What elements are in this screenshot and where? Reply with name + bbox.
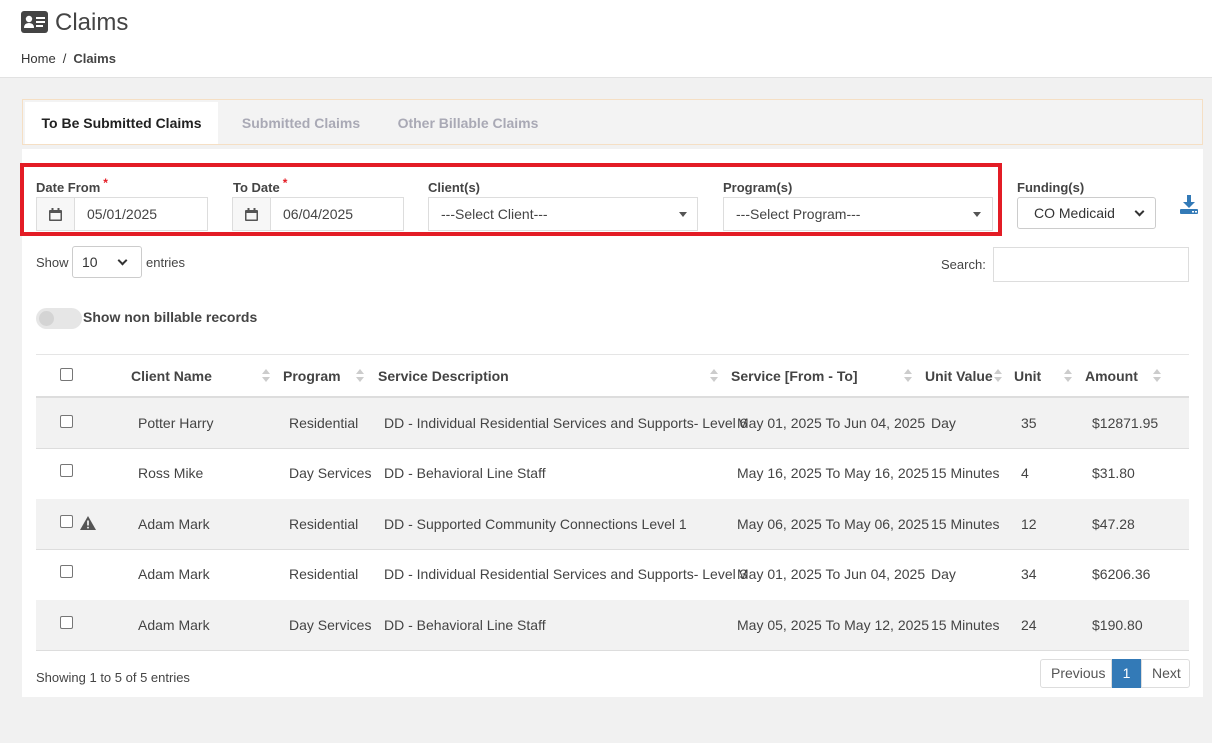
id-card-icon [21,11,48,33]
cell-service-description: DD - Supported Community Connections Lev… [384,516,687,532]
cell-unit: 34 [1021,566,1037,582]
tab-other-billable-claims[interactable]: Other Billable Claims [393,102,543,144]
cell-program: Residential [289,415,359,431]
column-header-client-name[interactable]: Client Name [131,368,212,384]
cell-unit: 35 [1021,415,1037,431]
cell-amount: $31.80 [1092,465,1135,481]
cell-service-description: DD - Behavioral Line Staff [384,465,546,481]
pagination: Previous 1 Next [1040,659,1190,688]
tab-submitted-claims[interactable]: Submitted Claims [238,102,364,144]
cell-client-name: Adam Mark [138,617,210,633]
cell-service-dates: May 16, 2025 To May 16, 2025 [737,465,929,481]
previous-page-button[interactable]: Previous [1040,659,1112,688]
cell-client-name: Ross Mike [138,465,204,481]
download-icon[interactable] [1180,195,1198,215]
cell-program: Residential [289,566,359,582]
cell-amount: $47.28 [1092,516,1135,532]
cell-program: Day Services [289,617,372,633]
cell-service-description: DD - Individual Residential Services and… [384,566,748,582]
column-header-program[interactable]: Program [283,368,341,384]
column-header-amount[interactable]: Amount [1085,368,1138,384]
breadcrumb-current: Claims [73,51,116,66]
cell-unit-value: 15 Minutes [931,617,1000,633]
cell-client-name: Adam Mark [138,566,210,582]
row-checkbox[interactable] [60,616,73,629]
table-row: Adam Mark Residential DD - Individual Re… [36,550,1189,601]
table-row: Adam Mark Residential DD - Supported Com… [36,499,1189,550]
funding-select[interactable]: CO Medicaid [1017,197,1156,229]
breadcrumb-home-link[interactable]: Home [21,51,56,66]
funding-select-value: CO Medicaid [1034,205,1115,221]
next-page-button[interactable]: Next [1141,659,1190,688]
cell-amount: $6206.36 [1092,566,1151,582]
non-billable-toggle-label: Show non billable records [83,309,258,325]
cell-unit: 12 [1021,516,1037,532]
page-length-select[interactable]: 10 [72,246,142,278]
sort-icon[interactable] [994,369,1002,385]
highlight-box [20,163,1002,236]
cell-service-dates: May 05, 2025 To May 12, 2025 [737,617,929,633]
cell-service-dates: May 01, 2025 To Jun 04, 2025 [737,566,926,582]
search-input[interactable] [993,247,1189,282]
toggle-knob [39,311,54,326]
cell-client-name: Potter Harry [138,415,214,431]
table-row: Adam Mark Day Services DD - Behavioral L… [36,600,1189,651]
cell-program: Residential [289,516,359,532]
row-checkbox[interactable] [60,464,73,477]
page-title: Claims [55,9,129,36]
cell-unit: 4 [1021,465,1029,481]
select-all-checkbox[interactable] [60,368,73,381]
cell-amount: $190.80 [1092,617,1143,633]
search-label: Search: [941,257,986,272]
chevron-down-icon [1134,206,1145,217]
breadcrumb-separator: / [62,51,67,66]
non-billable-toggle[interactable] [36,308,82,329]
sort-icon[interactable] [710,369,718,385]
sort-icon[interactable] [904,369,912,385]
breadcrumb: Home / Claims [21,51,116,66]
page-length-value: 10 [82,254,98,270]
column-header-service-description[interactable]: Service Description [378,368,509,384]
tab-to-be-submitted-claims[interactable]: To Be Submitted Claims [25,102,218,144]
cell-service-description: DD - Individual Residential Services and… [384,415,748,431]
page-header: Claims Home / Claims [0,0,1212,78]
row-checkbox[interactable] [60,415,73,428]
sort-icon[interactable] [356,369,364,385]
cell-program: Day Services [289,465,372,481]
cell-amount: $12871.95 [1092,415,1159,431]
warning-icon [80,516,96,530]
cell-unit-value: 15 Minutes [931,516,1000,532]
cell-client-name: Adam Mark [138,516,210,532]
cell-unit-value: Day [931,415,956,431]
sort-icon[interactable] [1064,369,1072,385]
column-header-unit[interactable]: Unit [1014,368,1041,384]
column-header-service-from-to[interactable]: Service [From - To] [731,368,858,384]
table-info: Showing 1 to 5 of 5 entries [36,670,190,685]
row-checkbox[interactable] [60,565,73,578]
entries-label: entries [146,255,186,270]
cell-unit: 24 [1021,617,1037,633]
claims-tabs: To Be Submitted Claims Submitted Claims … [22,99,1203,145]
show-label: Show [36,255,69,270]
page-1-button[interactable]: 1 [1112,659,1141,688]
column-header-unit-value[interactable]: Unit Value [925,368,993,384]
table-row: Potter Harry Residential DD - Individual… [36,398,1189,449]
chevron-down-icon [117,255,128,266]
cell-unit-value: 15 Minutes [931,465,1000,481]
cell-service-dates: May 06, 2025 To May 06, 2025 [737,516,929,532]
cell-service-description: DD - Behavioral Line Staff [384,617,546,633]
cell-unit-value: Day [931,566,956,582]
cell-service-dates: May 01, 2025 To Jun 04, 2025 [737,415,926,431]
table-row: Ross Mike Day Services DD - Behavioral L… [36,449,1189,500]
sort-icon[interactable] [262,369,270,385]
table-header: Client Name Program Service Description … [36,354,1189,398]
sort-icon[interactable] [1153,369,1161,385]
funding-label: Funding(s) [1017,180,1085,195]
row-checkbox[interactable] [60,515,73,528]
